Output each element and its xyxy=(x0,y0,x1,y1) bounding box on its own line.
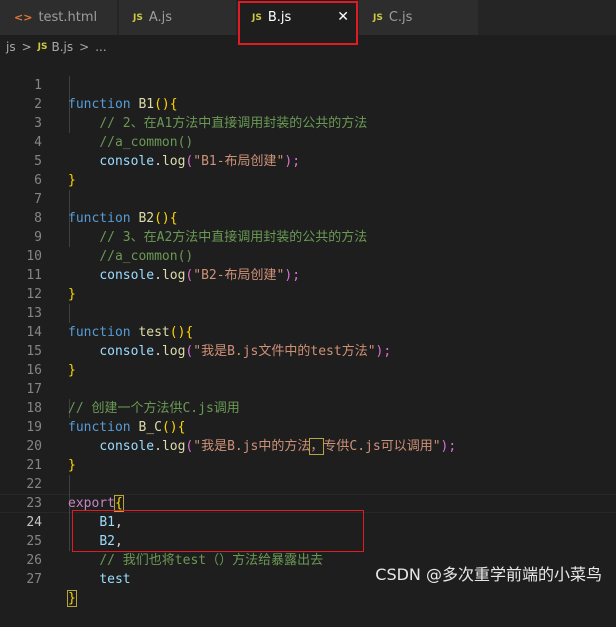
breadcrumb: js > JS B.js > ... xyxy=(0,37,616,57)
code-line-13: 13 function test(){ xyxy=(0,285,616,340)
identifier: test xyxy=(99,572,131,587)
code-line-15: 15 } xyxy=(0,323,616,378)
close-icon[interactable]: ✕ xyxy=(337,9,349,25)
code-line-1: 1 function B1(){ xyxy=(0,57,616,112)
chevron-right-icon: > xyxy=(79,40,90,54)
code-line-17: 17 // 创建一个方法供C.js调用 xyxy=(0,361,616,416)
brace-close: } xyxy=(67,590,77,607)
tab-label: C.js xyxy=(388,10,413,25)
code-line-12: 12 xyxy=(0,266,616,302)
code-line-5: 5 } xyxy=(0,133,616,188)
line-number: 27 xyxy=(26,572,42,587)
code-line-3: 3 //a_common() xyxy=(0,95,616,150)
breadcrumb-more[interactable]: ... xyxy=(95,40,106,54)
editor-tab-bar: <> test.html JS A.js JS B.js ✕ JS C.js xyxy=(0,0,616,35)
code-line-18: 18 function B_C(){ xyxy=(0,380,616,435)
tab-label: B.js xyxy=(267,10,292,25)
js-file-icon: JS xyxy=(252,12,262,23)
code-line-22: 22 export{ xyxy=(0,456,616,512)
code-line-20: 20 } xyxy=(0,418,616,473)
tab-label: A.js xyxy=(148,10,173,25)
code-line-19: 19 console.log("我是B.js中的方法，专供C.js可以调用"); xyxy=(0,399,616,455)
code-line-14: 14 console.log("我是B.js文件中的test方法"); xyxy=(0,304,616,359)
code-line-10: 10 console.log("B2-布局创建"); xyxy=(0,228,616,283)
tab-label: test.html xyxy=(38,10,98,25)
js-file-icon: JS xyxy=(37,42,48,52)
html-file-icon: <> xyxy=(14,11,33,24)
code-line-16: 16 xyxy=(0,342,616,378)
code-line-11: 11 } xyxy=(0,247,616,302)
breadcrumb-folder[interactable]: js xyxy=(6,40,16,54)
breadcrumb-file[interactable]: B.js xyxy=(52,40,74,54)
code-line-2: 2 // 2、在A1方法中直接调用封装的公共的方法 xyxy=(0,76,616,131)
code-line-8: 8 // 3、在A2方法中直接调用封装的公共的方法 xyxy=(0,190,616,245)
js-file-icon: JS xyxy=(133,12,143,23)
code-line-21: 21 xyxy=(0,437,616,473)
code-line-7: 7 function B2(){ xyxy=(0,171,616,226)
code-line-9: 9 //a_common() xyxy=(0,209,616,264)
code-line-4: 4 console.log("B1-布局创建"); xyxy=(0,114,616,169)
code-editor[interactable]: 1 function B1(){ 2 // 2、在A1方法中直接调用封装的公共的… xyxy=(0,57,616,607)
tab-c-js[interactable]: JS C.js xyxy=(359,0,479,35)
tab-b-js[interactable]: JS B.js ✕ xyxy=(238,0,358,35)
tab-a-js[interactable]: JS A.js xyxy=(119,0,237,35)
code-line-6: 6 xyxy=(0,152,616,188)
watermark: CSDN @多次重学前端的小菜鸟 xyxy=(375,565,602,584)
tab-test-html[interactable]: <> test.html xyxy=(0,0,118,35)
code-line-23: 23 B1, xyxy=(0,475,616,530)
js-file-icon: JS xyxy=(373,12,383,23)
chevron-right-icon: > xyxy=(21,40,32,54)
highlight-box-code xyxy=(72,510,364,552)
